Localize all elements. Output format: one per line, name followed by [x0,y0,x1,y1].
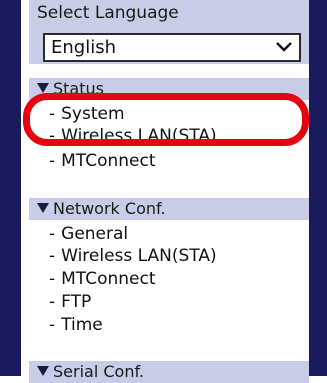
network-header-label: Network Conf. [53,199,166,218]
network-item-mtconnect[interactable]: - MTConnect [49,269,156,290]
serial-header-label: Serial Conf. [53,362,145,381]
triangle-down-icon [37,366,49,376]
highlight-annotation [23,93,309,146]
chevron-down-icon [276,42,292,52]
left-frame-border [0,0,21,376]
network-item-general[interactable]: - General [49,224,128,245]
language-select-value: English [51,37,116,58]
network-item-label: General [61,224,129,244]
network-section-header[interactable]: Network Conf. [29,198,309,220]
sidebar-menu: Select Language English Status - System -… [21,0,309,383]
triangle-down-icon [37,203,49,213]
network-item-ftp[interactable]: - FTP [49,292,91,313]
triangle-down-icon [37,83,49,93]
network-item-label: Time [61,315,103,335]
serial-section-header[interactable]: Serial Conf. [29,361,309,383]
right-frame-border [309,0,327,376]
network-item-label: MTConnect [61,269,156,289]
network-item-time[interactable]: - Time [49,315,103,336]
language-label: Select Language [37,3,179,23]
language-select[interactable]: English [43,33,301,62]
network-item-label: FTP [61,292,92,312]
status-item-mtconnect[interactable]: - MTConnect [49,151,156,172]
network-item-label: Wireless LAN(STA) [61,246,217,266]
language-section: Select Language English [29,0,309,64]
status-item-label: MTConnect [61,151,156,171]
network-item-wireless-lan[interactable]: - Wireless LAN(STA) [49,246,217,267]
